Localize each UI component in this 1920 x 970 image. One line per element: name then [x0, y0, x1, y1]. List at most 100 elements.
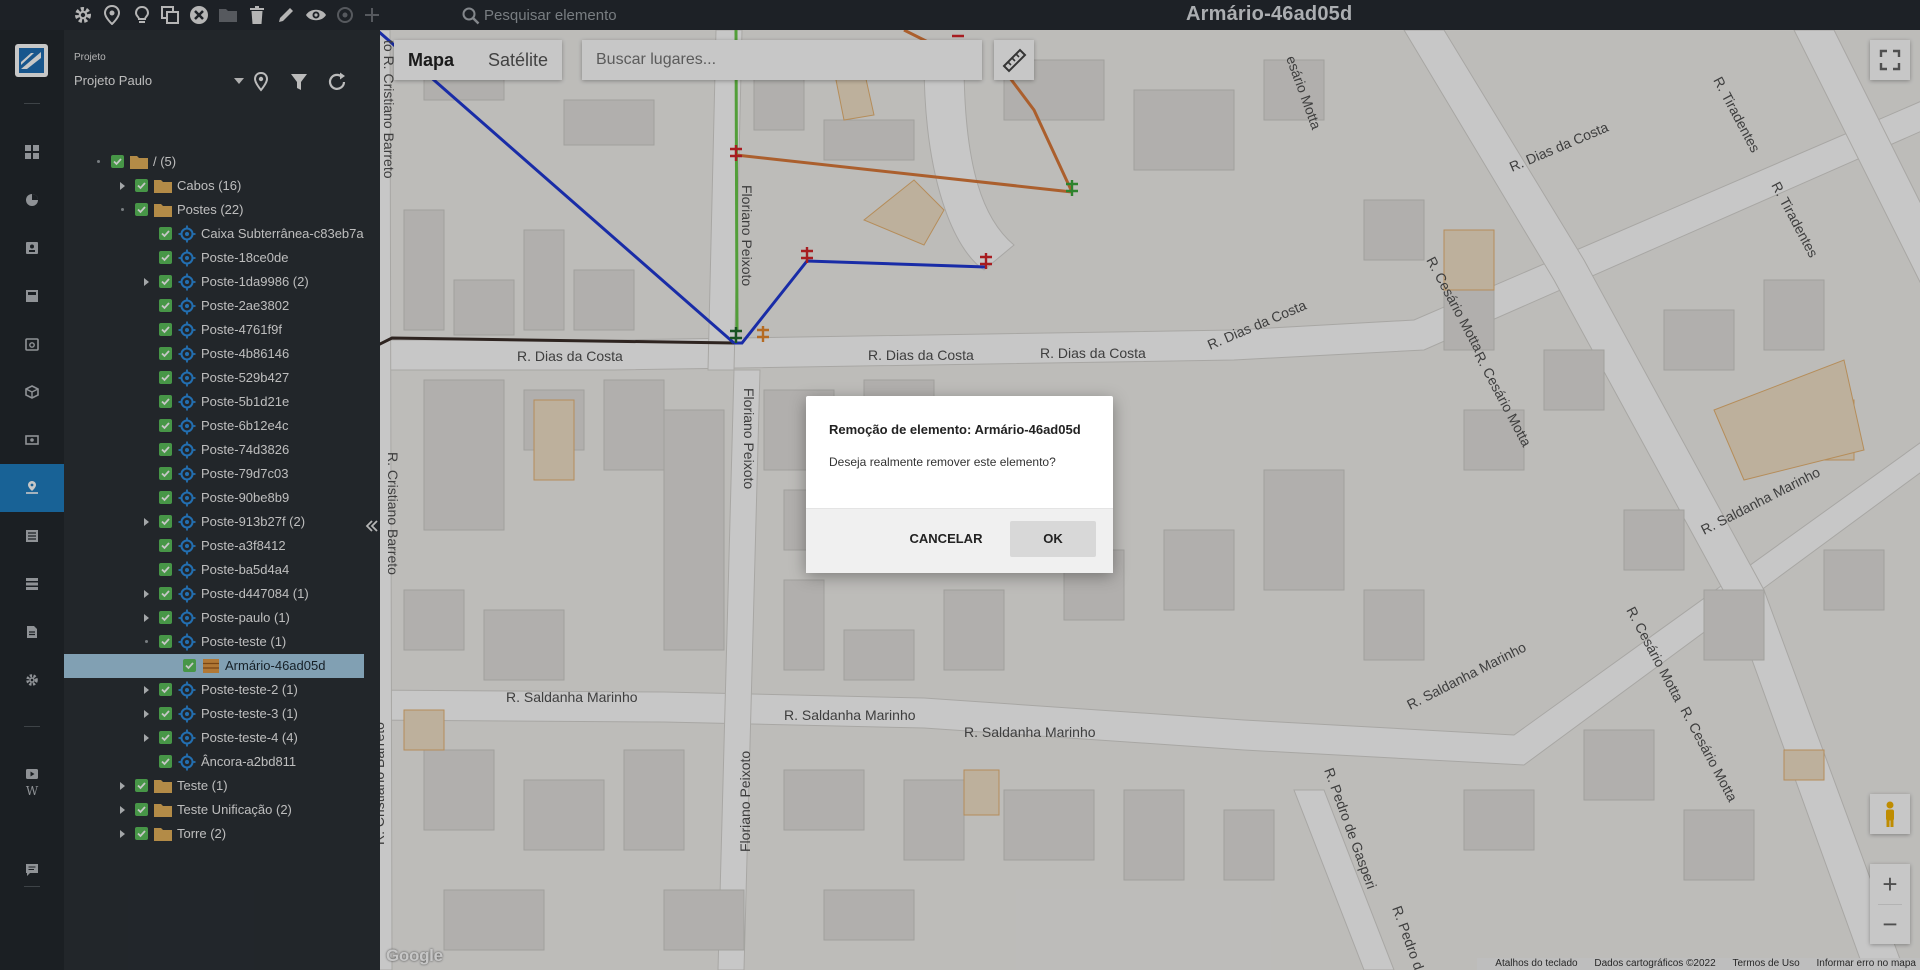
visibility-checkbox[interactable] [159, 707, 172, 720]
rail-contacts[interactable] [0, 224, 64, 272]
tree-row[interactable]: Torre (2) [64, 822, 364, 846]
measure-button[interactable] [994, 40, 1034, 80]
project-select[interactable]: Projeto Paulo [74, 73, 244, 93]
visibility-checkbox[interactable] [159, 395, 172, 408]
visibility-checkbox[interactable] [159, 275, 172, 288]
tree-row[interactable]: Poste-90be8b9 [64, 486, 364, 510]
rail-dashboard[interactable] [0, 128, 64, 176]
visibility-checkbox[interactable] [159, 611, 172, 624]
tree-row[interactable]: Poste-79d7c03 [64, 462, 364, 486]
copy-icon[interactable] [160, 5, 180, 25]
visibility-checkbox[interactable] [159, 563, 172, 576]
map-type-satellite[interactable]: Satélite [474, 40, 562, 80]
report-error-link[interactable]: Informar erro no mapa [1817, 958, 1917, 969]
trash-icon[interactable] [247, 5, 267, 25]
rail-reports[interactable] [0, 176, 64, 224]
expand-arrow-icon[interactable] [144, 518, 149, 526]
tree-row[interactable]: Poste-74d3826 [64, 438, 364, 462]
tree-row[interactable]: Cabos (16) [64, 174, 364, 198]
visibility-checkbox[interactable] [159, 635, 172, 648]
wiki-icon[interactable]: W [0, 784, 64, 798]
visibility-checkbox[interactable] [159, 491, 172, 504]
visibility-checkbox[interactable] [159, 443, 172, 456]
google-logo[interactable]: Google [386, 946, 443, 966]
element-search[interactable]: Pesquisar elemento [462, 5, 762, 25]
visibility-checkbox[interactable] [159, 227, 172, 240]
visibility-checkbox[interactable] [159, 251, 172, 264]
tree-row[interactable]: Poste-2ae3802 [64, 294, 364, 318]
tree-row[interactable]: Poste-6b12e4c [64, 414, 364, 438]
expand-arrow-icon[interactable] [144, 614, 149, 622]
eye-icon[interactable] [305, 5, 326, 25]
rail-list[interactable] [0, 512, 64, 560]
collapse-dot-icon[interactable] [121, 208, 124, 211]
visibility-checkbox[interactable] [159, 539, 172, 552]
tree-row[interactable]: Poste-a3f8412 [64, 534, 364, 558]
tree-row[interactable]: Poste-5b1d21e [64, 390, 364, 414]
visibility-checkbox[interactable] [135, 179, 148, 192]
tree-row[interactable]: Poste-4b86146 [64, 342, 364, 366]
visibility-checkbox[interactable] [159, 587, 172, 600]
tree-row[interactable]: Poste-18ce0de [64, 246, 364, 270]
places-search-input[interactable]: Buscar lugares... [582, 40, 982, 80]
visibility-checkbox[interactable] [159, 299, 172, 312]
tree-row[interactable]: Poste-ba5d4a4 [64, 558, 364, 582]
expand-arrow-icon[interactable] [144, 710, 149, 718]
gear-icon[interactable] [73, 5, 93, 25]
tree-row[interactable]: Poste-teste-2 (1) [64, 678, 364, 702]
visibility-checkbox[interactable] [159, 467, 172, 480]
visibility-checkbox[interactable] [135, 827, 148, 840]
street-view-pegman[interactable] [1870, 794, 1910, 834]
visibility-checkbox[interactable] [135, 203, 148, 216]
rail-calendar[interactable] [0, 320, 64, 368]
collapse-dot-icon[interactable] [145, 640, 148, 643]
double-chevron-left-icon[interactable] [364, 518, 380, 539]
tree-row[interactable]: Poste-529b427 [64, 366, 364, 390]
map-type-map[interactable]: Mapa [394, 40, 468, 80]
expand-arrow-icon[interactable] [120, 182, 125, 190]
tree-row[interactable]: Poste-913b27f (2) [64, 510, 364, 534]
tree-row[interactable]: Caixa Subterrânea-c83eb7a [64, 222, 364, 246]
visibility-checkbox[interactable] [159, 683, 172, 696]
visibility-checkbox[interactable] [159, 323, 172, 336]
visibility-checkbox[interactable] [159, 347, 172, 360]
rail-inventory[interactable] [0, 368, 64, 416]
visibility-checkbox[interactable] [159, 419, 172, 432]
visibility-checkbox[interactable] [159, 731, 172, 744]
expand-arrow-icon[interactable] [144, 278, 149, 286]
map-pin-icon[interactable] [102, 4, 122, 26]
expand-arrow-icon[interactable] [144, 734, 149, 742]
zoom-in-button[interactable]: + [1870, 864, 1910, 904]
expand-arrow-icon[interactable] [144, 686, 149, 694]
tree-row[interactable]: Poste-d447084 (1) [64, 582, 364, 606]
tree-row[interactable]: / (5) [64, 150, 364, 174]
tree-row[interactable]: Poste-teste-4 (4) [64, 726, 364, 750]
map-view[interactable]: R. Dias da Costa R. Dias da Costa R. Dia… [364, 30, 1920, 970]
tree-row[interactable]: Âncora-a2bd811 [64, 750, 364, 774]
expand-arrow-icon[interactable] [144, 590, 149, 598]
pencil-icon[interactable] [276, 5, 296, 25]
keyboard-shortcuts-link[interactable]: Atalhos do teclado [1495, 958, 1577, 969]
lightbulb-icon[interactable] [132, 5, 152, 25]
close-circle-icon[interactable] [189, 5, 209, 25]
terms-link[interactable]: Termos de Uso [1732, 958, 1799, 969]
tree-row[interactable]: Poste-teste-3 (1) [64, 702, 364, 726]
fullscreen-button[interactable] [1870, 40, 1910, 80]
map-canvas[interactable]: R. Dias da Costa R. Dias da Costa R. Dia… [364, 30, 1920, 970]
filter-button[interactable] [288, 71, 310, 93]
visibility-checkbox[interactable] [183, 659, 196, 672]
zoom-out-button[interactable]: − [1870, 904, 1910, 944]
expand-arrow-icon[interactable] [120, 782, 125, 790]
visibility-checkbox[interactable] [159, 515, 172, 528]
rail-calculator[interactable] [0, 272, 64, 320]
tree-row[interactable]: Poste-4761f9f [64, 318, 364, 342]
expand-arrow-icon[interactable] [120, 806, 125, 814]
refresh-button[interactable] [326, 71, 348, 93]
rail-documents[interactable] [0, 608, 64, 656]
expand-arrow-icon[interactable] [120, 830, 125, 838]
visibility-checkbox[interactable] [111, 155, 124, 168]
app-logo[interactable] [15, 44, 48, 77]
tree-row[interactable]: Poste-paulo (1) [64, 606, 364, 630]
collapse-dot-icon[interactable] [97, 160, 100, 163]
location-off-icon[interactable] [335, 5, 355, 25]
